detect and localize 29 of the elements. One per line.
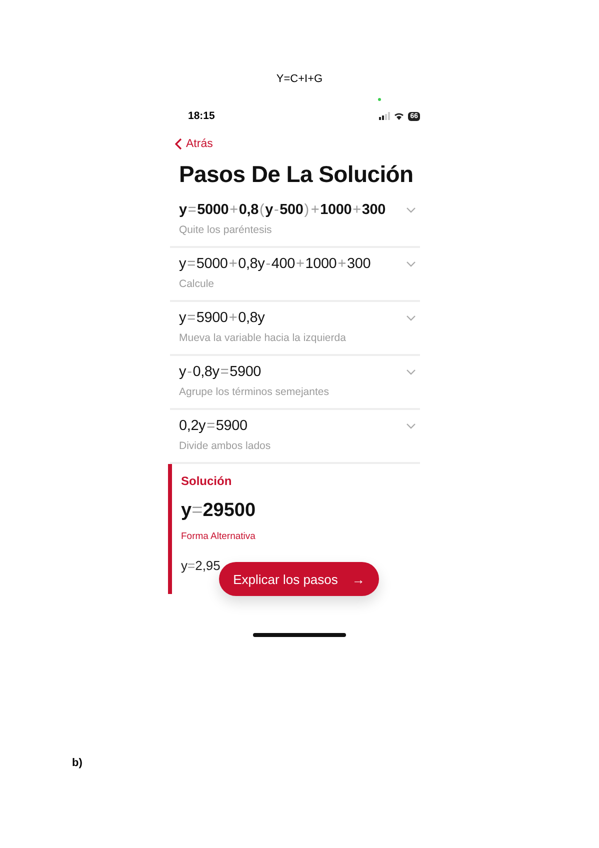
chevron-down-icon[interactable] <box>406 261 416 267</box>
step-hint: Calcule <box>179 278 216 290</box>
alternative-form-label: Forma Alternativa <box>181 531 256 542</box>
back-button[interactable]: Atrás <box>170 138 219 150</box>
chevron-down-icon[interactable] <box>406 207 416 213</box>
step-equation: y-0,8y=5900 <box>179 364 262 380</box>
step-equation: 0,2y=5900 <box>179 418 248 434</box>
step-hint: Agrupe los términos semejantes <box>179 386 330 398</box>
step-hint: Quite los paréntesis <box>179 224 273 236</box>
section-label: b) <box>72 757 82 769</box>
chevron-down-icon[interactable] <box>406 423 416 429</box>
step-hint: Divide ambos lados <box>179 440 272 452</box>
privacy-indicator-icon <box>378 98 381 101</box>
explain-steps-button[interactable]: Explicar los pasos → <box>219 562 379 596</box>
wifi-icon <box>394 112 404 120</box>
page-heading: Pasos De La Solución <box>179 161 414 188</box>
signal-icon <box>379 112 390 120</box>
step-equation: y=5000+0,8(y-500)+1000+300 <box>179 202 386 218</box>
chevron-down-icon[interactable] <box>406 369 416 375</box>
step-equation: y=5000+0,8y-400+1000+300 <box>179 256 371 272</box>
solution-label: Solución <box>181 474 233 488</box>
step-hint: Mueva la variable hacia la izquierda <box>179 332 347 344</box>
chevron-down-icon[interactable] <box>406 315 416 321</box>
solution-result: y=29500 <box>181 500 257 522</box>
alternative-result: y=2,95 <box>181 558 222 573</box>
chevron-left-icon <box>175 138 182 150</box>
document-title: Y=C+I+G <box>275 72 324 87</box>
status-time: 18:15 <box>188 110 215 122</box>
step-equation: y=5900+0,8y <box>179 310 265 326</box>
